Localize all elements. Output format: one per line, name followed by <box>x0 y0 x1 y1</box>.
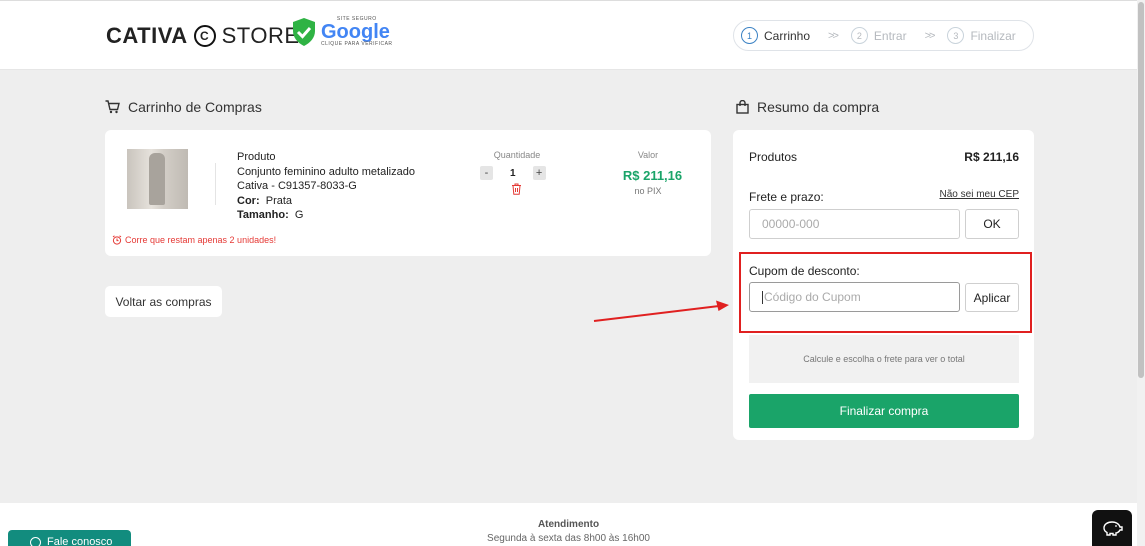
step-number: 1 <box>741 27 758 44</box>
checkout-steps: 1 Carrinho >> 2 Entrar >> 3 Finalizar <box>733 20 1034 51</box>
cart-icon <box>105 100 120 114</box>
double-chevron-icon: >> <box>828 29 839 42</box>
logo[interactable]: CATIVA C STORE <box>106 23 300 49</box>
whatsapp-icon <box>30 536 41 546</box>
contact-us-button[interactable]: Fale conosco <box>8 530 131 546</box>
step-finish[interactable]: 3 Finalizar <box>947 27 1016 44</box>
product-price: R$ 211,16 <box>622 168 683 183</box>
products-label: Produtos <box>749 150 798 164</box>
google-safe-badge[interactable]: SITE SEGURO Google CLIQUE PARA VERIFICAR <box>291 17 393 47</box>
badge-bottom-text: CLIQUE PARA VERIFICAR <box>321 41 393 47</box>
quantity-stepper: - 1 + <box>480 166 546 180</box>
header: CATIVA C STORE SITE SEGURO Google CLIQUE… <box>0 0 1137 70</box>
total-placeholder: Calcule e escolha o frete para ver o tot… <box>749 335 1019 383</box>
product-color: Cor: Prata <box>237 194 293 207</box>
product-heading: Produto <box>237 151 276 163</box>
step-number: 2 <box>850 27 868 44</box>
double-chevron-icon: >> <box>924 29 936 42</box>
divider <box>215 163 216 205</box>
product-ref: Cativa - C91357-8033-G <box>237 180 357 192</box>
cart-title: Carrinho de Compras <box>105 99 262 115</box>
step-login[interactable]: 2 Entrar <box>850 27 907 44</box>
stock-warning: Corre que restam apenas 2 unidades! <box>112 235 276 245</box>
continue-shopping-button[interactable]: Voltar as compras <box>105 286 222 317</box>
shipping-label: Frete e prazo: <box>749 190 824 204</box>
footer-hours: Segunda à sexta das 8h00 às 16h00 <box>487 533 650 544</box>
price-note: no PIX <box>634 186 662 196</box>
footer-title: Atendimento <box>537 519 600 530</box>
badge-google-text: Google <box>321 21 390 43</box>
calculate-shipping-button[interactable]: OK <box>965 209 1019 239</box>
step-label: Carrinho <box>764 28 811 43</box>
alarm-clock-icon <box>112 235 122 245</box>
cep-input[interactable]: 00000-000 <box>749 209 960 239</box>
products-total: R$ 211,16 <box>964 150 1019 164</box>
scrollbar-thumb[interactable] <box>1138 2 1144 378</box>
logo-bold: CATIVA <box>106 23 188 48</box>
quantity-label: Quantidade <box>493 150 541 160</box>
step-label: Entrar <box>873 28 907 43</box>
increase-button[interactable]: + <box>532 166 546 180</box>
trash-icon[interactable] <box>511 183 522 195</box>
dont-know-cep-link[interactable]: Não sei meu CEP <box>940 189 1019 200</box>
step-label: Finalizar <box>970 28 1016 43</box>
quantity-value: 1 <box>510 167 516 179</box>
annotation-highlight-box <box>739 252 1032 333</box>
shopping-bag-icon <box>736 100 749 114</box>
product-size: Tamanho: G <box>237 209 304 221</box>
step-cart[interactable]: 1 Carrinho <box>741 27 810 44</box>
footer: Atendimento Segunda à sexta das 8h00 às … <box>0 503 1137 546</box>
checkout-button[interactable]: Finalizar compra <box>749 394 1019 428</box>
value-label: Valor <box>637 150 659 160</box>
product-image[interactable] <box>127 149 188 209</box>
step-number: 3 <box>947 27 965 44</box>
logo-mark: C <box>193 25 216 47</box>
product-info: Produto Conjunto feminino adulto metaliz… <box>237 150 415 223</box>
scrollbar[interactable] <box>1137 0 1145 546</box>
cart-title-text: Carrinho de Compras <box>128 99 262 115</box>
summary-title-text: Resumo da compra <box>757 99 880 115</box>
shield-check-icon <box>293 18 315 46</box>
decrease-button[interactable]: - <box>480 166 493 180</box>
cart-item-card: Produto Conjunto feminino adulto metaliz… <box>105 130 711 256</box>
annotation-arrow-icon <box>593 300 729 322</box>
piggy-bank-button[interactable] <box>1092 510 1132 546</box>
logo-light: STORE <box>221 23 300 48</box>
product-name[interactable]: Conjunto feminino adulto metalizado <box>237 165 415 180</box>
piggy-bank-icon <box>1103 521 1123 536</box>
summary-title: Resumo da compra <box>736 99 879 115</box>
